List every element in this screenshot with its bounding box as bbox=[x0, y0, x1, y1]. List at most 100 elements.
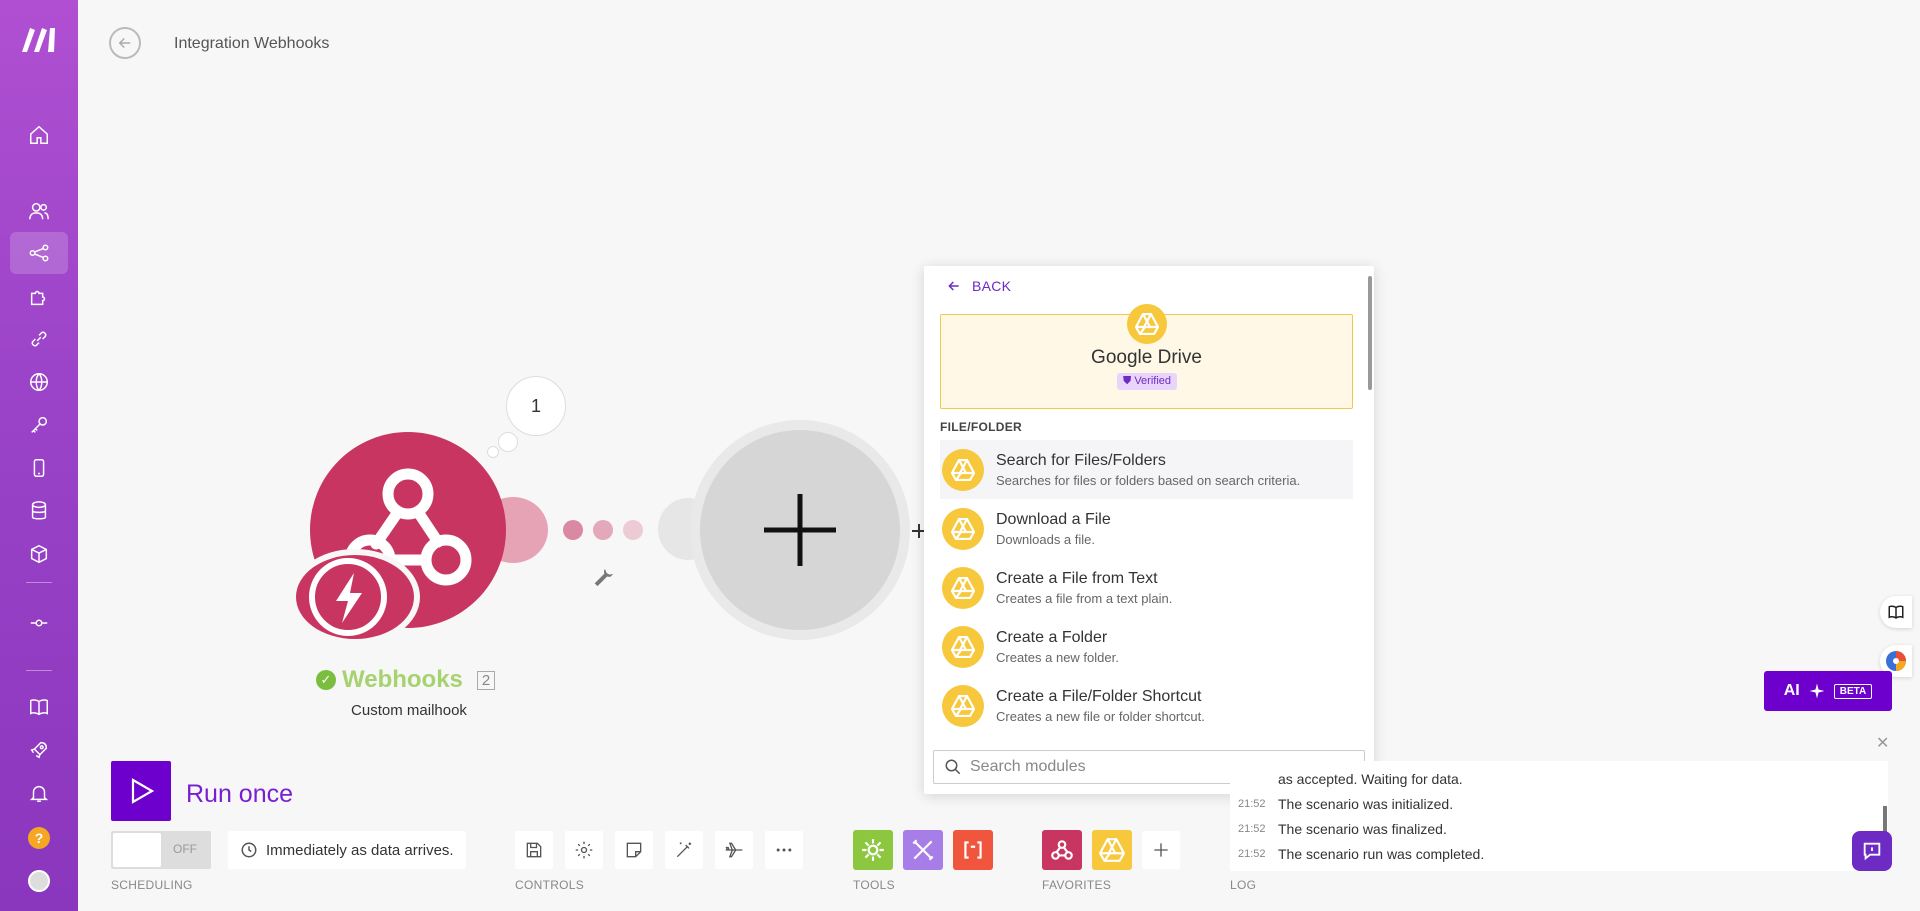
add-module-button[interactable] bbox=[700, 430, 900, 630]
make-logo-icon[interactable] bbox=[20, 24, 58, 54]
toggle-knob bbox=[113, 833, 161, 867]
sidebar-datastores[interactable] bbox=[10, 490, 68, 532]
gear-icon bbox=[575, 841, 593, 859]
module-item-download[interactable]: Download a File Downloads a file. bbox=[940, 499, 1353, 558]
connector-dot bbox=[623, 520, 643, 540]
globe-icon bbox=[30, 373, 48, 392]
docs-float-button[interactable] bbox=[1880, 596, 1912, 628]
module-desc: Downloads a file. bbox=[996, 531, 1095, 547]
sidebar-devices[interactable] bbox=[10, 447, 68, 489]
google-drive-icon bbox=[942, 625, 984, 668]
avatar[interactable] bbox=[28, 870, 50, 892]
section-heading: FILE/FOLDER bbox=[940, 420, 1022, 434]
chat-support-button[interactable] bbox=[1852, 831, 1892, 871]
explain-flow-button[interactable] bbox=[715, 831, 753, 869]
sidebar-divider bbox=[26, 670, 52, 671]
book-icon bbox=[1888, 605, 1904, 619]
shield-icon: ⛊ bbox=[1123, 375, 1132, 387]
palette-icon bbox=[1886, 651, 1906, 671]
module-desc: Searches for files or folders based on s… bbox=[996, 472, 1301, 488]
webhook-icon bbox=[1051, 840, 1073, 860]
app-card: Google Drive ⛊ Verified bbox=[940, 304, 1353, 409]
module-desc: Creates a new file or folder shortcut. bbox=[996, 708, 1205, 724]
help-icon[interactable]: ? bbox=[28, 827, 50, 849]
brackets-icon bbox=[964, 841, 982, 859]
module-name: Search for Files/Folders bbox=[996, 451, 1166, 469]
arrow-left-icon bbox=[118, 37, 131, 49]
sidebar-flow[interactable] bbox=[10, 602, 68, 644]
bundle-count-bubble[interactable]: 1 bbox=[506, 376, 566, 436]
sidebar-divider bbox=[26, 582, 52, 583]
module-item-create-from-text[interactable]: Create a File from Text Creates a file fr… bbox=[940, 558, 1353, 617]
connector-dot bbox=[593, 520, 613, 540]
sidebar-home[interactable] bbox=[10, 114, 68, 156]
sidebar-scenarios[interactable] bbox=[10, 232, 68, 274]
google-drive-icon bbox=[942, 448, 984, 491]
schedule-setting[interactable]: Immediately as data arrives. bbox=[228, 831, 466, 869]
ai-label: AI bbox=[1783, 682, 1800, 699]
module-item-create-folder[interactable]: Create a Folder Creates a new folder. bbox=[940, 617, 1353, 676]
favorite-webhooks[interactable] bbox=[1042, 830, 1082, 870]
tools-tool[interactable] bbox=[903, 830, 943, 870]
instant-trigger-badge bbox=[290, 549, 420, 645]
controls-label: CONTROLS bbox=[515, 878, 585, 892]
run-once-label[interactable]: Run once bbox=[186, 780, 293, 809]
node-subtitle: Custom mailhook bbox=[351, 702, 467, 719]
module-name: Create a Folder bbox=[996, 628, 1108, 646]
sidebar-docs[interactable] bbox=[10, 686, 68, 728]
key-icon bbox=[31, 416, 48, 433]
sidebar-team[interactable] bbox=[10, 190, 68, 232]
module-desc: Creates a file from a text plain. bbox=[996, 590, 1173, 606]
magic-wand-icon bbox=[676, 842, 692, 858]
sidebar-webhooks[interactable] bbox=[10, 361, 68, 403]
notes-button[interactable] bbox=[615, 831, 653, 869]
toggle-state: OFF bbox=[173, 842, 197, 856]
module-list: Search for Files/Folders Searches for fil… bbox=[940, 440, 1353, 735]
run-once-button[interactable] bbox=[111, 761, 171, 821]
search-icon bbox=[945, 759, 961, 775]
back-button[interactable] bbox=[109, 27, 141, 59]
google-drive-icon bbox=[1127, 304, 1167, 344]
mobile-icon bbox=[33, 459, 45, 477]
module-name: Download a File bbox=[996, 510, 1111, 528]
sidebar-templates[interactable] bbox=[10, 276, 68, 318]
log-close-icon[interactable]: ✕ bbox=[1876, 733, 1889, 753]
json-tool[interactable] bbox=[953, 830, 993, 870]
ellipsis-icon bbox=[776, 848, 792, 852]
save-button[interactable] bbox=[515, 831, 553, 869]
sidebar-connections[interactable] bbox=[10, 318, 68, 360]
scheduling-toggle[interactable]: OFF bbox=[111, 831, 211, 869]
page-title: Integration Webhooks bbox=[174, 35, 330, 52]
picker-scrollbar[interactable] bbox=[1368, 276, 1372, 390]
module-item-search[interactable]: Search for Files/Folders Searches for fil… bbox=[940, 440, 1353, 499]
more-controls-button[interactable] bbox=[765, 831, 803, 869]
node-id: 2 bbox=[476, 670, 496, 690]
sidebar-datastructures[interactable] bbox=[10, 533, 68, 575]
module-name: Create a File/Folder Shortcut bbox=[996, 687, 1202, 705]
tools-label: TOOLS bbox=[853, 878, 895, 892]
app-name: Google Drive bbox=[1091, 347, 1202, 368]
google-drive-icon bbox=[1099, 838, 1125, 862]
auto-align-button[interactable] bbox=[665, 831, 703, 869]
sidebar-notifications[interactable] bbox=[10, 772, 68, 814]
database-icon bbox=[31, 501, 47, 520]
ai-assistant-button[interactable]: AI BETA bbox=[1764, 671, 1892, 711]
check-icon: ✓ bbox=[316, 670, 336, 690]
log-entry: 21:52 The scenario was finalized. bbox=[1238, 821, 1447, 837]
favorite-google-drive[interactable] bbox=[1092, 830, 1132, 870]
sidebar-keys[interactable] bbox=[10, 404, 68, 446]
log-entry: 21:52 The scenario was initialized. bbox=[1238, 796, 1454, 812]
sidebar-launch[interactable] bbox=[10, 729, 68, 771]
schedule-text: Immediately as data arrives. bbox=[266, 841, 454, 859]
log-entry: 21:52 The scenario run was completed. bbox=[1238, 846, 1485, 862]
add-favorite-button[interactable] bbox=[1142, 831, 1180, 869]
wrench-icon[interactable] bbox=[592, 565, 614, 587]
verified-badge: ⛊ Verified bbox=[1117, 373, 1178, 390]
play-icon bbox=[131, 778, 155, 804]
picker-back-button[interactable]: BACK bbox=[946, 278, 1011, 294]
module-item-create-shortcut[interactable]: Create a File/Folder Shortcut Creates a n… bbox=[940, 676, 1353, 735]
flow-control-tool[interactable] bbox=[853, 830, 893, 870]
plus-icon bbox=[1154, 843, 1168, 857]
bell-icon bbox=[29, 785, 49, 802]
settings-button[interactable] bbox=[565, 831, 603, 869]
